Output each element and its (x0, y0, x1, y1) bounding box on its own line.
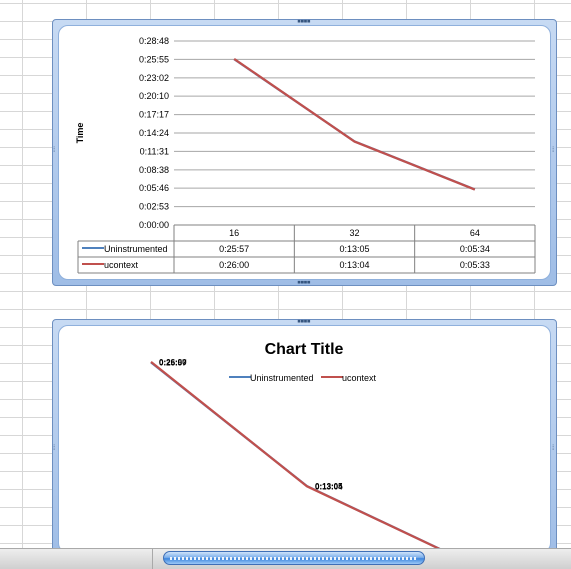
scrollbar-thumb[interactable] (163, 551, 425, 565)
chart-2-right-resize-handle[interactable]: ⁞ (551, 445, 555, 452)
scrollbar-grip-icon (170, 557, 418, 560)
chart-2-area (58, 325, 551, 553)
chart-2-top-resize-handle[interactable]: ▪▪▪▪ (297, 318, 311, 325)
chart-2-frame[interactable]: ▪▪▪▪ ⁞ ⁞ (52, 318, 557, 559)
chart-1-frame[interactable]: ▪▪▪▪ ▪▪▪▪ ⁞ ⁞ (52, 18, 557, 286)
chart-1-area (58, 25, 551, 280)
horizontal-scrollbar[interactable] (0, 548, 571, 569)
chart-1-left-resize-handle[interactable]: ⁞ (52, 147, 56, 154)
chart-1-right-resize-handle[interactable]: ⁞ (551, 147, 555, 154)
chart-1-top-resize-handle[interactable]: ▪▪▪▪ (297, 18, 311, 25)
sheet-tabs-area (0, 549, 153, 569)
chart-1-bottom-resize-handle[interactable]: ▪▪▪▪ (297, 279, 311, 286)
chart-2-left-resize-handle[interactable]: ⁞ (52, 445, 56, 452)
